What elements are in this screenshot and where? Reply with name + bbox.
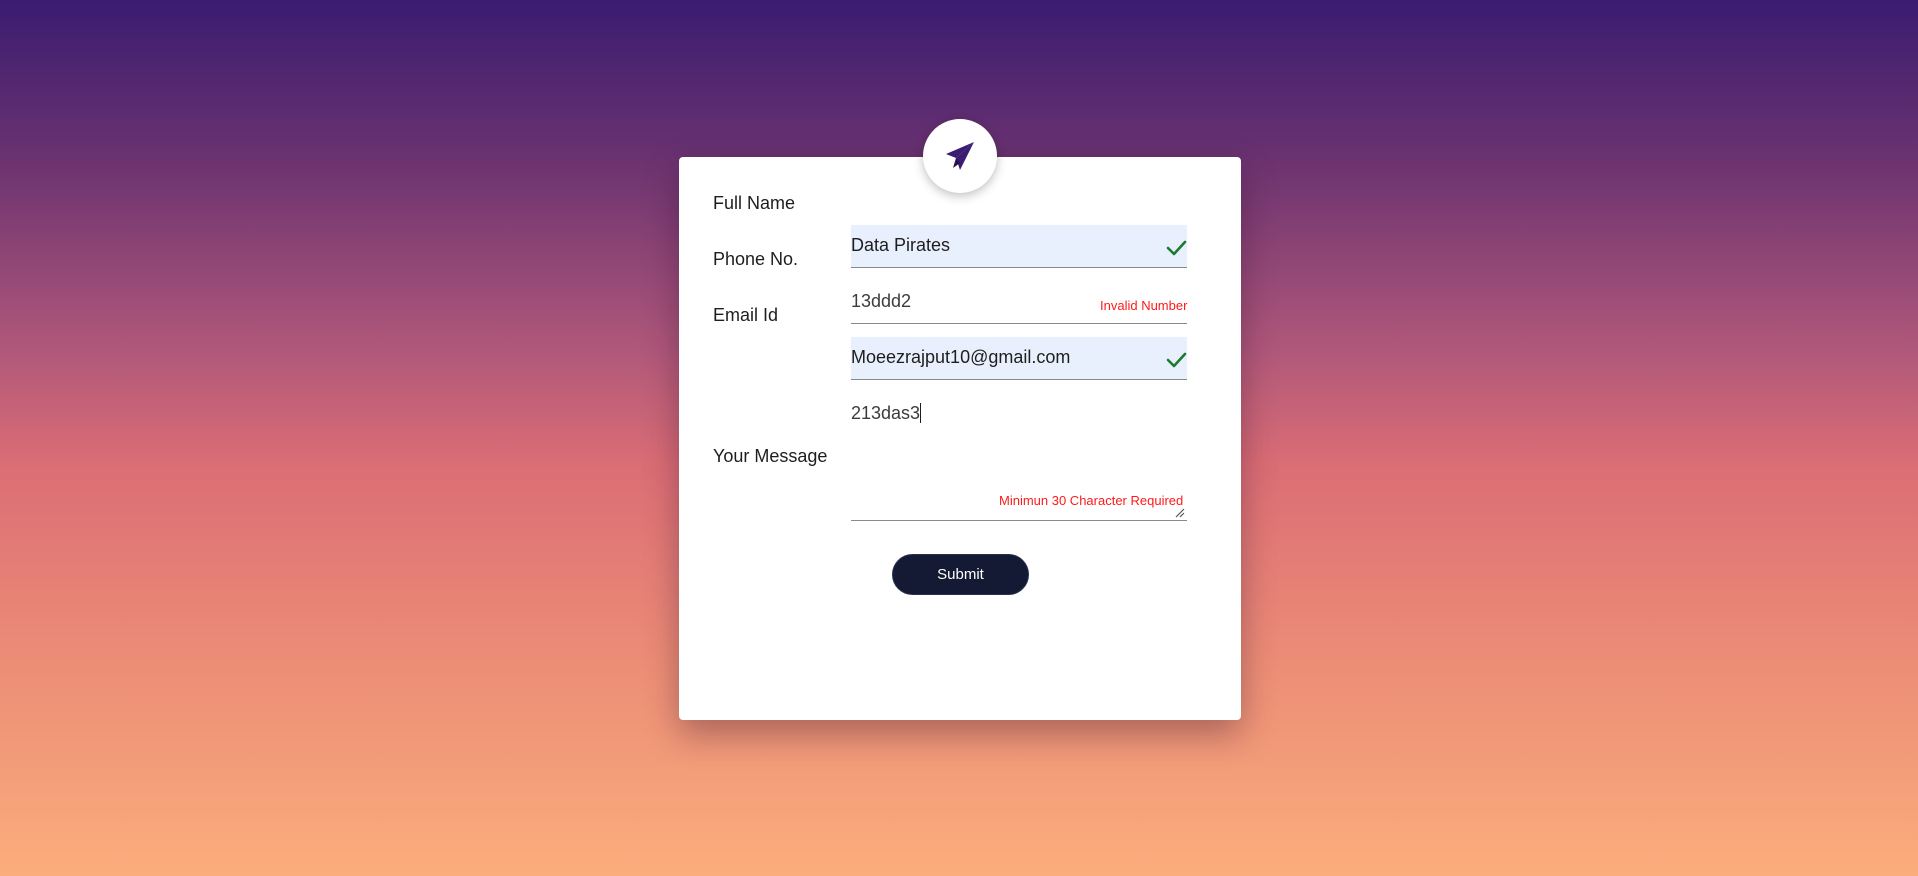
phone-value: 13ddd2 <box>851 291 912 311</box>
text-cursor <box>920 403 922 423</box>
email-value: Moeezrajput10@gmail.com <box>851 347 1071 367</box>
phone-label: Phone No. <box>713 249 799 269</box>
paper-plane-icon <box>946 142 974 170</box>
email-label: Email Id <box>713 305 779 325</box>
logo-badge <box>923 119 997 193</box>
full-name-value: Data Pirates <box>851 235 951 255</box>
phone-error-message: Invalid Number <box>1100 298 1188 313</box>
resize-handle-icon[interactable] <box>1175 508 1185 518</box>
full-name-input[interactable]: Data Pirates <box>851 225 1187 268</box>
check-icon <box>1166 240 1187 256</box>
submit-button[interactable]: Submit <box>892 554 1029 595</box>
contact-form-card: Full Name Data Pirates Phone No. 13ddd2 … <box>679 119 1241 720</box>
email-input[interactable]: Moeezrajput10@gmail.com <box>851 337 1187 380</box>
check-icon <box>1166 352 1187 368</box>
message-value: 213das3 <box>851 403 922 423</box>
full-name-label: Full Name <box>713 193 796 213</box>
message-error-message: Minimun 30 Character Required <box>999 493 1184 508</box>
message-label: Your Message <box>713 446 828 466</box>
